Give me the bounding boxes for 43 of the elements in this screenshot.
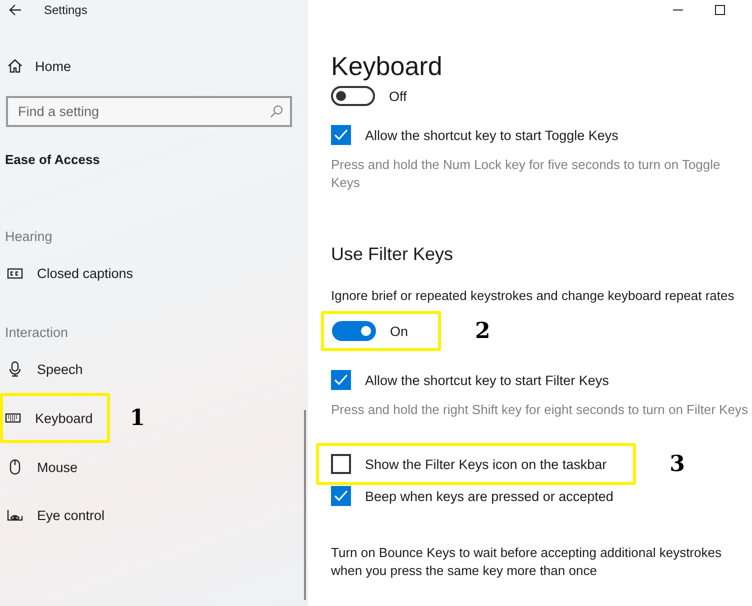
toggle-switch[interactable] bbox=[331, 86, 375, 106]
home-link[interactable]: Home bbox=[35, 58, 72, 74]
toggle-label: Off bbox=[389, 88, 407, 104]
checkbox[interactable] bbox=[331, 454, 351, 474]
nav-item[interactable]: Eye control bbox=[37, 508, 105, 522]
description-text: Press and hold the Num Lock key for five seconds to turn on Toggle Keys bbox=[331, 156, 722, 192]
checkbox-label: Allow the shortcut key to start Toggle Keys bbox=[365, 128, 618, 142]
window-title: Settings bbox=[44, 3, 88, 17]
category-title: Ease of Access bbox=[5, 152, 101, 167]
search-field[interactable]: Find a setting bbox=[6, 96, 292, 127]
checkbox[interactable] bbox=[331, 125, 351, 145]
eye-icon bbox=[7, 507, 23, 523]
checkbox-label: Allow the shortcut key to start Filter Keys bbox=[365, 372, 609, 388]
callout-number: 1 bbox=[130, 405, 146, 431]
checkmark-icon bbox=[334, 374, 348, 386]
toggle-switch[interactable] bbox=[332, 321, 376, 341]
search-icon bbox=[270, 105, 283, 118]
section-heading: Use Filter Keys bbox=[331, 244, 454, 265]
nav-item[interactable]: Closed captions bbox=[37, 266, 134, 280]
nav-item[interactable]: Mouse bbox=[37, 460, 78, 474]
callout-number: 3 bbox=[670, 451, 685, 477]
checkbox[interactable] bbox=[331, 370, 351, 390]
scrollbar[interactable] bbox=[304, 410, 306, 600]
toggle-label: On bbox=[390, 324, 408, 338]
maximize-icon[interactable] bbox=[715, 5, 725, 15]
home-icon bbox=[7, 58, 23, 74]
nav-item[interactable]: Speech bbox=[37, 362, 83, 376]
checkbox-label: Beep when keys are pressed or accepted bbox=[365, 488, 614, 504]
checkmark-icon bbox=[334, 490, 348, 502]
description-text: Press and hold the right Shift key for eight seconds to turn on Filter Keys bbox=[331, 401, 749, 419]
description-text: Ignore brief or repeated keystrokes and change keyboard repeat rates bbox=[331, 287, 736, 305]
section-heading: Interaction bbox=[5, 325, 70, 340]
checkbox-label: Show the Filter Keys icon on the taskbar bbox=[365, 456, 607, 472]
nav-item[interactable]: Keyboard bbox=[35, 410, 93, 426]
microphone-icon bbox=[7, 361, 23, 377]
page-title: Keyboard bbox=[331, 50, 444, 82]
description-text: Turn on Bounce Keys to wait before accepting additional keystrokes when you press the same key more than once bbox=[331, 544, 722, 580]
checkmark-icon bbox=[334, 129, 348, 141]
mouse-icon bbox=[7, 459, 23, 475]
back-arrow-icon[interactable] bbox=[9, 4, 22, 16]
section-heading: Hearing bbox=[5, 229, 54, 244]
callout-number: 2 bbox=[475, 318, 490, 344]
checkbox[interactable] bbox=[331, 486, 351, 506]
